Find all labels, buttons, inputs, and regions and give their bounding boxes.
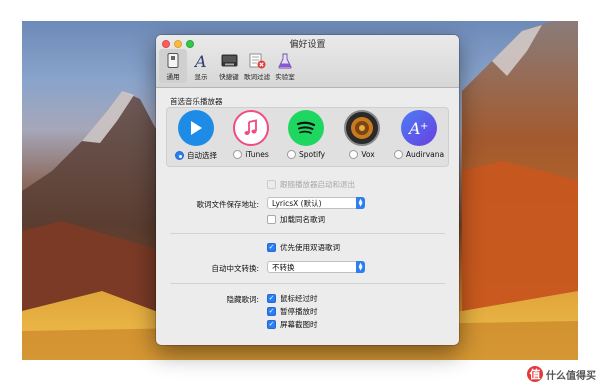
radio-audirvana[interactable] xyxy=(393,150,403,159)
radio-vox[interactable] xyxy=(349,150,359,159)
tab-display-label: 显示 xyxy=(194,73,208,81)
font-a-icon: A xyxy=(193,52,210,69)
watermark-logo-icon: 值 xyxy=(527,366,543,382)
chinese-convert-label: 自动中文转换: xyxy=(211,264,259,273)
itunes-icon xyxy=(233,110,269,146)
tab-lyrics-filter-label: 歌词过滤 xyxy=(244,73,270,81)
preferred-player-label: 首选音乐播放器 xyxy=(170,97,223,106)
player-option-vox[interactable]: Vox xyxy=(337,110,387,159)
follow-player-checkbox[interactable] xyxy=(267,180,276,189)
prefer-bilingual-label: 优先使用双语歌词 xyxy=(280,243,340,252)
player-selector: 自动选择 iTunes Spotify Vox A + Audirvana xyxy=(166,107,449,167)
phone-device-icon xyxy=(165,52,182,69)
watermark-text: 什么值得买 xyxy=(546,370,596,382)
hide-on-pause-row[interactable]: 暂停播放时 xyxy=(267,306,318,317)
load-same-name-checkbox[interactable] xyxy=(267,215,276,224)
lyrics-path-value: LyricsX (默认) xyxy=(272,198,322,208)
lyrics-filter-icon xyxy=(249,52,266,69)
hide-lyrics-label: 隐藏歌词: xyxy=(226,295,259,304)
play-icon xyxy=(178,110,214,146)
tab-general-label: 通用 xyxy=(166,73,180,81)
flask-icon xyxy=(277,52,294,69)
load-same-name-label: 加载同名歌词 xyxy=(280,215,325,224)
player-option-itunes[interactable]: iTunes xyxy=(226,110,276,159)
tab-lab[interactable]: 实验室 xyxy=(271,49,299,83)
chinese-convert-select[interactable]: 不转换 ▲ ▼ xyxy=(267,261,365,273)
follow-player-label: 跟随播放器启动和退出 xyxy=(280,180,355,189)
player-option-spotify[interactable]: Spotify xyxy=(281,110,331,159)
player-spotify-label: Spotify xyxy=(298,150,326,159)
preferences-window: 偏好设置 通用 A 显示 快捷键 歌词过滤 实验室 首选音乐播放器 自动选择 i… xyxy=(156,35,459,345)
lyrics-path-label: 歌词文件保存地址: xyxy=(196,200,259,209)
hide-on-pause-label: 暂停播放时 xyxy=(280,307,318,316)
hide-on-hover-label: 鼠标经过时 xyxy=(280,294,318,303)
tab-shortcuts-label: 快捷键 xyxy=(219,73,239,81)
player-audirvana-label: Audirvana xyxy=(405,150,445,159)
player-auto-label: 自动选择 xyxy=(187,151,217,160)
svg-text:A: A xyxy=(194,53,207,69)
hide-on-screenshot-checkbox[interactable] xyxy=(267,320,276,329)
hide-on-pause-checkbox[interactable] xyxy=(267,307,276,316)
prefer-bilingual-checkbox[interactable] xyxy=(267,243,276,252)
hide-on-hover-checkbox[interactable] xyxy=(267,294,276,303)
tab-lab-label: 实验室 xyxy=(275,73,295,81)
titlebar: 偏好设置 通用 A 显示 快捷键 歌词过滤 实验室 xyxy=(156,35,459,88)
spotify-icon xyxy=(288,110,324,146)
general-pane: 首选音乐播放器 自动选择 iTunes Spotify Vox A + Audi… xyxy=(156,88,459,345)
player-itunes-label: iTunes xyxy=(245,150,269,159)
prefer-bilingual-row[interactable]: 优先使用双语歌词 xyxy=(267,242,340,253)
divider xyxy=(170,233,445,234)
player-vox-label: Vox xyxy=(361,150,375,159)
keyboard-icon xyxy=(221,52,238,69)
tab-lyrics-filter[interactable]: 歌词过滤 xyxy=(243,49,271,83)
vox-speaker-icon xyxy=(344,110,380,146)
follow-player-row[interactable]: 跟随播放器启动和退出 xyxy=(267,179,355,190)
select-arrows-icon: ▲ ▼ xyxy=(356,261,365,273)
chinese-convert-value: 不转换 xyxy=(272,262,295,272)
watermark: 值 什么值得买 xyxy=(527,366,596,382)
hide-on-screenshot-label: 屏幕截图时 xyxy=(280,320,318,329)
player-option-audirvana[interactable]: A + Audirvana xyxy=(393,110,445,159)
svg-text:+: + xyxy=(420,121,428,132)
hide-on-screenshot-row[interactable]: 屏幕截图时 xyxy=(267,319,318,330)
radio-itunes[interactable] xyxy=(233,150,243,159)
tab-general[interactable]: 通用 xyxy=(159,49,187,83)
hide-on-hover-row[interactable]: 鼠标经过时 xyxy=(267,293,318,304)
divider xyxy=(170,283,445,284)
load-same-name-row[interactable]: 加载同名歌词 xyxy=(267,214,325,225)
select-arrows-icon: ▲ ▼ xyxy=(356,197,365,209)
lyrics-path-select[interactable]: LyricsX (默认) ▲ ▼ xyxy=(267,197,365,209)
radio-auto[interactable] xyxy=(175,151,184,160)
radio-spotify[interactable] xyxy=(286,150,296,159)
preferences-toolbar: 通用 A 显示 快捷键 歌词过滤 实验室 xyxy=(159,49,299,83)
audirvana-icon: A + xyxy=(401,110,437,146)
player-option-auto[interactable]: 自动选择 xyxy=(171,110,221,161)
svg-text:A: A xyxy=(408,119,421,137)
tab-shortcuts[interactable]: 快捷键 xyxy=(215,49,243,83)
tab-display[interactable]: A 显示 xyxy=(187,49,215,83)
